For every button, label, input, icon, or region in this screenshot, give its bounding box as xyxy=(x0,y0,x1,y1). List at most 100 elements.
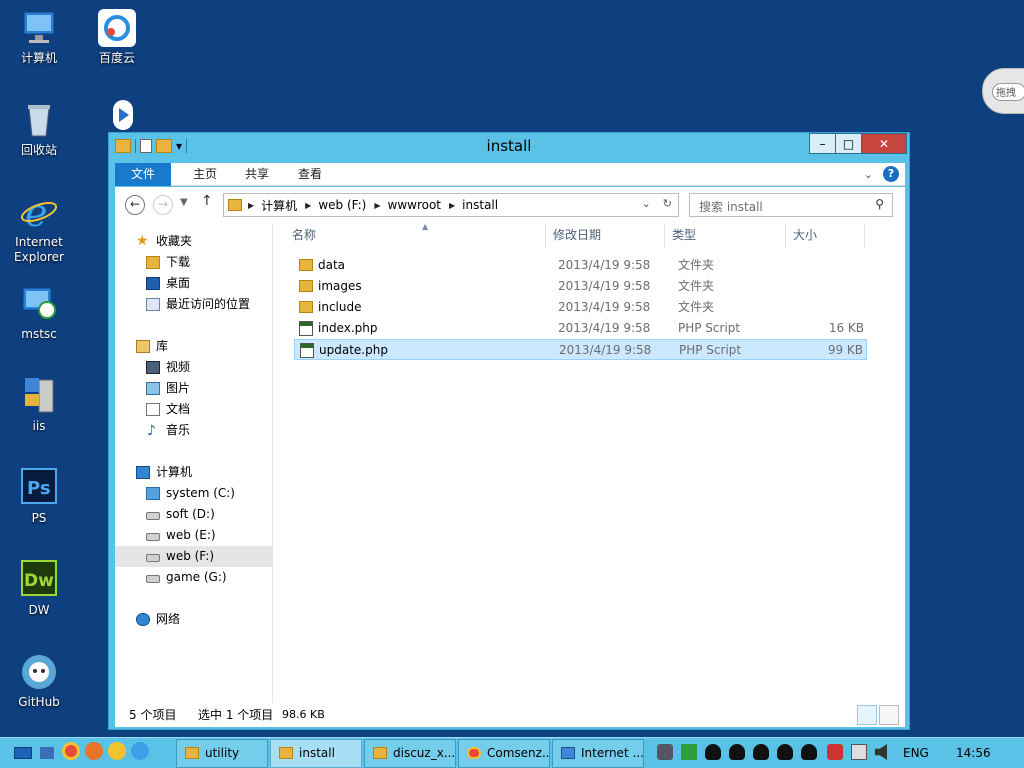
folder-icon xyxy=(279,747,293,759)
desktop-icon xyxy=(146,277,160,290)
floating-cloud-widget[interactable]: 拖拽 xyxy=(982,68,1024,114)
nav-computer[interactable]: 计算机 xyxy=(115,462,273,483)
refresh-icon[interactable]: ↻ xyxy=(663,197,672,210)
breadcrumb-wwwroot[interactable]: wwwroot xyxy=(388,198,442,212)
title-bar[interactable]: ▼ install – □ ✕ xyxy=(109,133,909,161)
recent-locations-icon[interactable]: ▼ xyxy=(180,197,188,208)
expand-ribbon-icon[interactable]: ⌄ xyxy=(864,168,873,181)
music-icon: ♪ xyxy=(147,423,156,439)
file-type: 文件夹 xyxy=(678,258,715,272)
desktop-icon-photoshop[interactable]: Ps PS xyxy=(3,468,75,526)
nav-item-drive-d[interactable]: soft (D:) xyxy=(115,504,273,525)
help-icon[interactable]: ? xyxy=(883,166,899,182)
search-icon[interactable]: ⚲ xyxy=(875,197,884,211)
qq-icon[interactable] xyxy=(705,744,721,760)
taskbar-task-install[interactable]: install xyxy=(270,739,362,768)
security-icon[interactable] xyxy=(827,744,843,760)
breadcrumb-computer[interactable]: 计算机 xyxy=(261,197,297,214)
nav-item-desktop[interactable]: 桌面 xyxy=(115,273,273,294)
taskbar-task-utility[interactable]: utility xyxy=(176,739,268,768)
back-button[interactable]: ← xyxy=(125,195,145,215)
breadcrumb-install[interactable]: install xyxy=(462,198,498,212)
details-view-button[interactable] xyxy=(857,705,877,725)
nav-item-recent[interactable]: 最近访问的位置 xyxy=(115,294,273,315)
desktop-icon-github[interactable]: GitHub xyxy=(3,652,75,710)
desktop-icon-label: 百度云 xyxy=(98,51,135,65)
minimize-button[interactable]: – xyxy=(809,133,836,154)
action-center-icon[interactable] xyxy=(851,744,867,760)
tab-home[interactable]: 主页 xyxy=(179,163,231,186)
search-input[interactable]: 搜索 install ⚲ xyxy=(689,193,893,217)
internet-explorer-icon[interactable] xyxy=(131,742,149,760)
server-manager-icon[interactable] xyxy=(40,747,54,759)
nav-item-drive-c[interactable]: system (C:) xyxy=(115,483,273,504)
computer-icon xyxy=(136,466,150,479)
address-bar[interactable]: ▶ 计算机 ▶ web (F:) ▶ wwwroot ▶ install ⌄ ↻ xyxy=(223,193,679,217)
qq-icon[interactable] xyxy=(753,744,769,760)
up-button[interactable]: ↑ xyxy=(201,193,213,209)
column-header-name[interactable]: 名称 ▲ xyxy=(285,222,546,248)
taskbar-task-discuz[interactable]: discuz_x... xyxy=(364,739,456,768)
volume-icon[interactable] xyxy=(875,744,887,760)
nav-item-music[interactable]: ♪ 音乐 xyxy=(115,420,273,441)
desktop-icon-recycle-bin[interactable]: 回收站 xyxy=(3,100,75,158)
qq-icon[interactable] xyxy=(729,744,745,760)
column-label: 修改日期 xyxy=(553,228,602,242)
file-row-index-php[interactable]: index.php 2013/4/19 9:58 PHP Script 16 K… xyxy=(294,318,867,339)
window-title: install xyxy=(486,137,532,155)
dreamweaver-icon: Dw xyxy=(19,560,59,600)
chrome-icon[interactable] xyxy=(62,742,80,760)
desktop-icon-computer[interactable]: 计算机 xyxy=(3,8,75,66)
ie-tab-icon[interactable] xyxy=(108,742,126,760)
file-date: 2013/4/19 9:58 xyxy=(558,321,651,335)
tray-icon[interactable] xyxy=(681,744,697,760)
taskbar-task-iis-manager[interactable]: Internet ... xyxy=(552,739,644,768)
tab-share[interactable]: 共享 xyxy=(231,163,283,186)
nav-favorites[interactable]: ★ 收藏夹 xyxy=(115,231,273,252)
nav-item-downloads[interactable]: 下载 xyxy=(115,252,273,273)
task-label: utility xyxy=(205,746,240,760)
chevron-right-icon[interactable]: ▶ xyxy=(248,201,254,210)
file-row-data[interactable]: data 2013/4/19 9:58 文件夹 xyxy=(294,255,867,276)
desktop-icon-ie[interactable]: e Internet Explorer xyxy=(3,191,75,265)
clock[interactable]: 14:56 xyxy=(956,746,991,760)
column-header-type[interactable]: 类型 xyxy=(665,223,786,248)
tab-file[interactable]: 文件 xyxy=(115,163,171,186)
chevron-right-icon[interactable]: ▶ xyxy=(374,201,380,210)
desktop-icon-dreamweaver[interactable]: Dw DW xyxy=(3,560,75,618)
tab-view[interactable]: 查看 xyxy=(284,163,336,186)
file-row-update-php[interactable]: update.php 2013/4/19 9:58 PHP Script 99 … xyxy=(294,339,867,360)
qq-icon[interactable] xyxy=(777,744,793,760)
language-indicator[interactable]: ENG xyxy=(903,746,929,760)
close-button[interactable]: ✕ xyxy=(861,133,907,154)
column-header-date[interactable]: 修改日期 xyxy=(546,223,665,248)
chevron-down-icon[interactable]: ⌄ xyxy=(642,197,651,210)
nav-libraries[interactable]: 库 xyxy=(115,336,273,357)
tray-icon[interactable] xyxy=(657,744,673,760)
nav-label: 桌面 xyxy=(166,276,191,290)
maximize-button[interactable]: □ xyxy=(835,133,862,154)
column-header-size[interactable]: 大小 xyxy=(786,223,865,248)
qq-icon[interactable] xyxy=(801,744,817,760)
large-icons-view-button[interactable] xyxy=(879,705,899,725)
breadcrumb-drive[interactable]: web (F:) xyxy=(318,198,366,212)
selected-size: 98.6 KB xyxy=(282,708,325,721)
chevron-right-icon[interactable]: ▶ xyxy=(449,201,455,210)
chevron-right-icon[interactable]: ▶ xyxy=(305,201,311,210)
show-desktop-icon[interactable] xyxy=(14,747,32,759)
nav-item-pictures[interactable]: 图片 xyxy=(115,378,273,399)
firefox-icon[interactable] xyxy=(85,742,103,760)
forward-button[interactable]: → xyxy=(153,195,173,215)
nav-item-drive-e[interactable]: web (E:) xyxy=(115,525,273,546)
nav-network[interactable]: 网络 xyxy=(115,609,273,630)
desktop-icon-iis[interactable]: iis xyxy=(3,376,75,434)
file-row-include[interactable]: include 2013/4/19 9:58 文件夹 xyxy=(294,297,867,318)
nav-item-videos[interactable]: 视频 xyxy=(115,357,273,378)
file-row-images[interactable]: images 2013/4/19 9:58 文件夹 xyxy=(294,276,867,297)
nav-item-drive-f[interactable]: web (F:) xyxy=(115,546,273,567)
desktop-icon-baiduyun[interactable]: 百度云 xyxy=(81,8,153,66)
taskbar-task-comsenz[interactable]: Comsenz... xyxy=(458,739,550,768)
nav-item-drive-g[interactable]: game (G:) xyxy=(115,567,273,588)
desktop-icon-mstsc[interactable]: mstsc xyxy=(3,284,75,342)
nav-item-documents[interactable]: 文档 xyxy=(115,399,273,420)
